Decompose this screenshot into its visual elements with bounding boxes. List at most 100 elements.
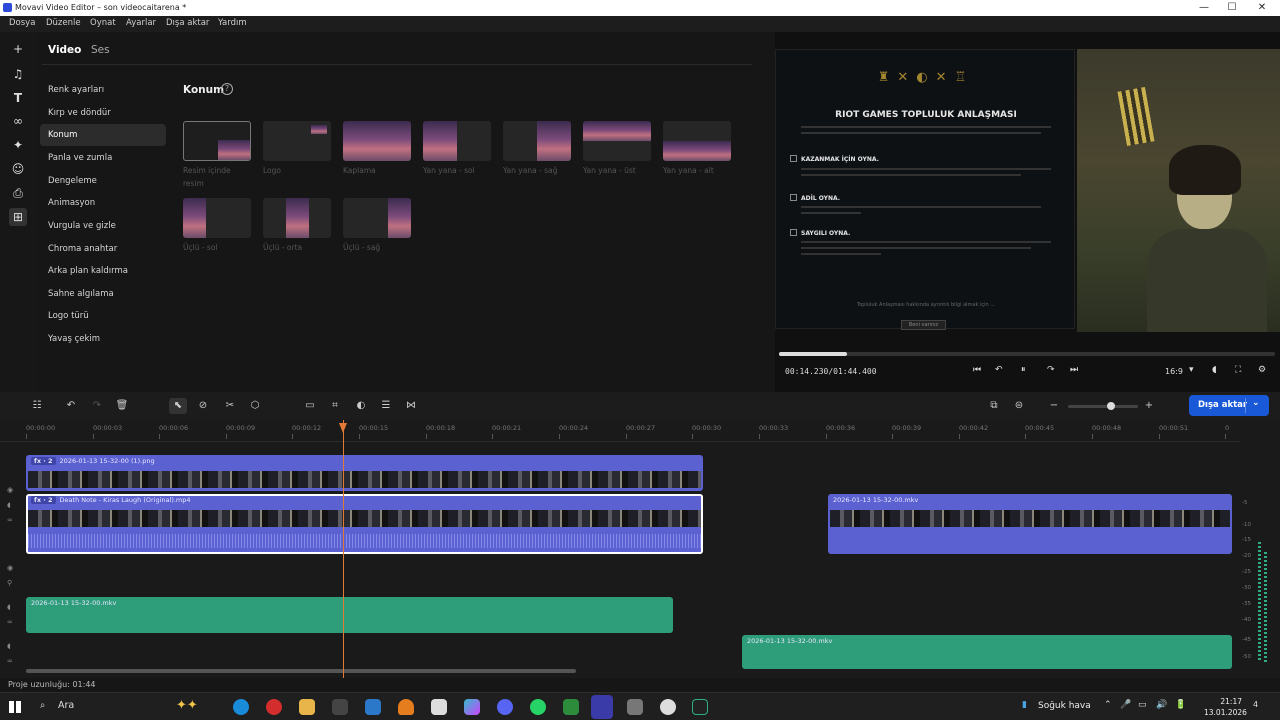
menu-yardim[interactable]: Yardım [218, 18, 247, 28]
menu-disa-aktar[interactable]: Dışa aktar [166, 18, 209, 28]
camera-icon[interactable]: ⎙ [9, 184, 27, 202]
link-icon[interactable]: ∞ [7, 657, 13, 665]
menu-item-chroma-anahtar[interactable]: Chroma anahtar [48, 244, 117, 254]
clip-audio-2[interactable]: 2026-01-13 15-32-00.mkv [742, 635, 1232, 669]
redo-icon[interactable]: ↷ [88, 398, 106, 414]
zoom-out-icon[interactable]: − [1045, 398, 1063, 414]
game-client-icon[interactable] [660, 699, 676, 715]
color-icon[interactable]: ◐ [352, 398, 370, 414]
menu-item-kirp-ve-dondur[interactable]: Kırp ve döndür [48, 108, 111, 118]
time-ruler[interactable]: 00:00:00 00:00:03 00:00:06 00:00:09 00:0… [0, 420, 1240, 442]
tab-ses[interactable]: Ses [91, 44, 110, 56]
tile-yan-yana-sag[interactable] [503, 121, 571, 161]
menu-item-arka-plan-kaldirma[interactable]: Arka plan kaldırma [48, 266, 128, 276]
plus-icon[interactable]: + [9, 40, 27, 58]
track-settings-icon[interactable]: ☷ [28, 398, 46, 414]
menu-duzenle[interactable]: Düzenle [46, 18, 81, 28]
speaker-icon[interactable]: 🔊 [1156, 700, 1167, 710]
menu-item-renk-ayarlari[interactable]: Renk ayarları [48, 85, 104, 95]
link-icon[interactable]: ⚲ [7, 579, 12, 587]
tile-uclu-sag[interactable] [343, 198, 411, 238]
display-icon[interactable]: ▭ [1138, 700, 1147, 710]
settings-gear-icon[interactable]: ⚙ [1258, 365, 1266, 375]
copilot-icon[interactable] [464, 699, 480, 715]
menu-item-panla-ve-zumla[interactable]: Panla ve zumla [48, 153, 112, 163]
detach-audio-icon[interactable]: ⧉ [985, 398, 1003, 414]
eye-icon[interactable]: ◉ [7, 486, 13, 494]
crop-icon[interactable]: ⌗ [326, 398, 344, 414]
microphone-icon[interactable]: 🎤 [1120, 700, 1131, 710]
tile-kaplama[interactable] [343, 121, 411, 161]
movavi-icon[interactable] [591, 695, 613, 719]
caption-icon[interactable]: ▭ [301, 398, 319, 414]
weather-text[interactable]: Soğuk hava [1038, 701, 1091, 711]
trash-icon[interactable]: 🗑 [113, 398, 131, 414]
adjust-icon[interactable]: ☰ [377, 398, 395, 414]
zoom-in-icon[interactable]: + [1140, 398, 1158, 414]
aspect-ratio-select[interactable]: 16:9 [1165, 367, 1183, 376]
music-note-icon[interactable]: ♫ [9, 65, 27, 83]
chevron-down-icon[interactable]: ⌄ [1252, 398, 1260, 408]
scissors-icon[interactable]: ✂ [221, 398, 239, 414]
tile-uclu-sol[interactable] [183, 198, 251, 238]
tile-resim-icinde-resim[interactable] [183, 121, 251, 161]
mute-icon[interactable]: ◖ [7, 642, 11, 650]
taskbar-clock[interactable]: 21:17 13.01.2026 [1204, 696, 1247, 718]
maximize-button[interactable]: ☐ [1218, 1, 1246, 15]
photos-icon[interactable] [627, 699, 643, 715]
select-tool-icon[interactable]: ⬉ [169, 398, 187, 414]
mute-icon[interactable]: ◖ [7, 603, 11, 611]
prev-frame-icon[interactable]: ⏮ [973, 365, 981, 375]
weather-icon[interactable]: ▮ [1022, 700, 1027, 710]
zoom-slider-handle[interactable] [1107, 402, 1116, 410]
tile-uclu-orta[interactable] [263, 198, 331, 238]
clip-main-video[interactable]: fx · 2 Death Note - Kiras Laugh (Original… [26, 494, 703, 554]
step-forward-icon[interactable]: ↷ [1047, 365, 1055, 375]
tools-grid-icon[interactable]: ⊞ [9, 208, 27, 226]
eye-icon[interactable]: ◉ [7, 564, 13, 572]
menu-item-vurgula-ve-gizle[interactable]: Vurgula ve gizle [48, 221, 116, 231]
store-icon[interactable] [332, 699, 348, 715]
transition-wizard-icon[interactable]: ⋈ [402, 398, 420, 414]
tab-video[interactable]: Video [48, 44, 81, 56]
next-frame-icon[interactable]: ⏭ [1070, 365, 1078, 375]
nvidia-icon[interactable] [692, 699, 708, 715]
minimize-button[interactable]: — [1190, 1, 1218, 15]
clip-overlay-image[interactable]: fx · 2 2026-01-13 15-32-00 (1).png [26, 455, 703, 491]
battery-icon[interactable]: 🔋 [1175, 700, 1186, 710]
mute-icon[interactable]: ◖ [7, 501, 11, 509]
tile-logo[interactable] [263, 121, 331, 161]
menu-oynat[interactable]: Oynat [90, 18, 116, 28]
opera-icon[interactable] [266, 699, 282, 715]
discord-icon[interactable] [497, 699, 513, 715]
tile-yan-yana-ust[interactable] [583, 121, 651, 161]
edge-icon[interactable] [233, 699, 249, 715]
export-button[interactable]: Dışa aktar ⌄ [1189, 395, 1269, 416]
tile-yan-yana-alt[interactable] [663, 121, 731, 161]
marker-icon[interactable]: ⬡ [246, 398, 264, 414]
whatsapp-icon[interactable] [530, 699, 546, 715]
zoom-slider[interactable] [1068, 405, 1138, 408]
text-t-icon[interactable]: T [9, 89, 27, 107]
menu-item-logo-turu[interactable]: Logo türü [48, 311, 89, 321]
chevron-up-icon[interactable]: ⌃ [1104, 700, 1112, 710]
menu-item-konum[interactable]: Konum [48, 130, 77, 140]
volume-icon[interactable]: ◖ [1212, 365, 1217, 375]
transition-icon[interactable]: ∞ [9, 112, 27, 130]
playhead[interactable] [339, 420, 347, 678]
menu-dosya[interactable]: Dosya [9, 18, 35, 28]
chevron-down-icon[interactable]: ▾ [1189, 365, 1194, 375]
record-voice-icon[interactable]: ⊜ [1010, 398, 1028, 414]
link-icon[interactable]: ∞ [7, 618, 13, 626]
clip-audio-1[interactable]: 2026-01-13 15-32-00.mkv [26, 597, 673, 633]
app-orange-icon[interactable] [398, 699, 414, 715]
pause-icon[interactable]: ⏸ [1021, 365, 1026, 375]
notes-icon[interactable] [431, 699, 447, 715]
undo-icon[interactable]: ↶ [62, 398, 80, 414]
help-icon[interactable]: ? [221, 83, 233, 95]
link-icon[interactable]: ∞ [7, 516, 13, 524]
sticker-icon[interactable]: ☺ [9, 160, 27, 178]
timeline[interactable]: 00:00:00 00:00:03 00:00:06 00:00:09 00:0… [0, 420, 1280, 678]
file-explorer-icon[interactable] [299, 699, 315, 715]
menu-item-animasyon[interactable]: Animasyon [48, 198, 95, 208]
